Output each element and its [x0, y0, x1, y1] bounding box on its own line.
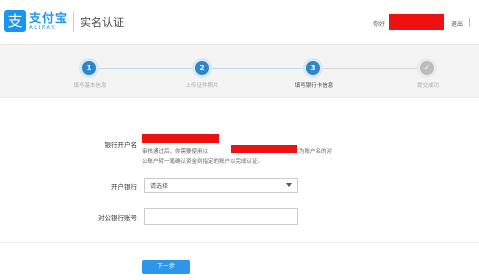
- help-text-line1-end: 为账户名的对: [299, 149, 333, 155]
- account-number-input[interactable]: [144, 208, 298, 225]
- step-1-node: 1: [82, 61, 96, 75]
- account-number-label: 对公银行账号: [98, 214, 137, 222]
- greeting-text: 你好: [373, 21, 386, 28]
- chevron-down-icon: [286, 183, 292, 187]
- form-divider: [0, 242, 479, 243]
- step-3-label: 填写银行卡信息: [294, 83, 334, 89]
- step-2-label: 上传证件照片: [185, 83, 219, 89]
- page-title: 实名认证: [80, 16, 124, 29]
- redacted-username: [389, 14, 444, 30]
- top-header: 支 支付宝 ALIPAY 实名认证 你好 退出: [0, 0, 479, 45]
- redacted-help-name: [231, 145, 297, 153]
- alipay-logo-icon[interactable]: 支: [4, 10, 26, 32]
- next-button[interactable]: 下一步: [142, 260, 190, 274]
- bank-select[interactable]: 请选择: [144, 178, 298, 193]
- alipay-logo-subtitle: ALIPAY: [29, 25, 57, 31]
- logo-divider: [73, 12, 74, 32]
- bank-label: 开户银行: [111, 183, 137, 191]
- help-text-line1-start: 审核通过后，你需要使用以: [142, 149, 209, 155]
- step-3-node: 3: [306, 61, 320, 75]
- logout-link[interactable]: 退出: [451, 19, 463, 28]
- step-2-node: 2: [195, 61, 209, 75]
- header-separator: [469, 18, 470, 27]
- help-text-line2: 公账户转一笔确认资金到指定的账户以完成认证。: [142, 159, 264, 165]
- step-1-label: 填写基本信息: [73, 83, 107, 89]
- bank-select-value: 请选择: [150, 183, 169, 190]
- progress-track-pending: [320, 68, 420, 69]
- alipay-logo-name[interactable]: 支付宝: [29, 9, 68, 26]
- account-name-label: 银行开户名: [104, 141, 138, 149]
- redacted-account-name: [142, 134, 219, 143]
- step-4-label: 提交成功: [416, 83, 440, 89]
- progress-steps: 1 2 3 ✓ 填写基本信息 上传证件照片 填写银行卡信息 提交成功: [0, 45, 479, 93]
- step-4-check-icon: ✓: [420, 61, 434, 75]
